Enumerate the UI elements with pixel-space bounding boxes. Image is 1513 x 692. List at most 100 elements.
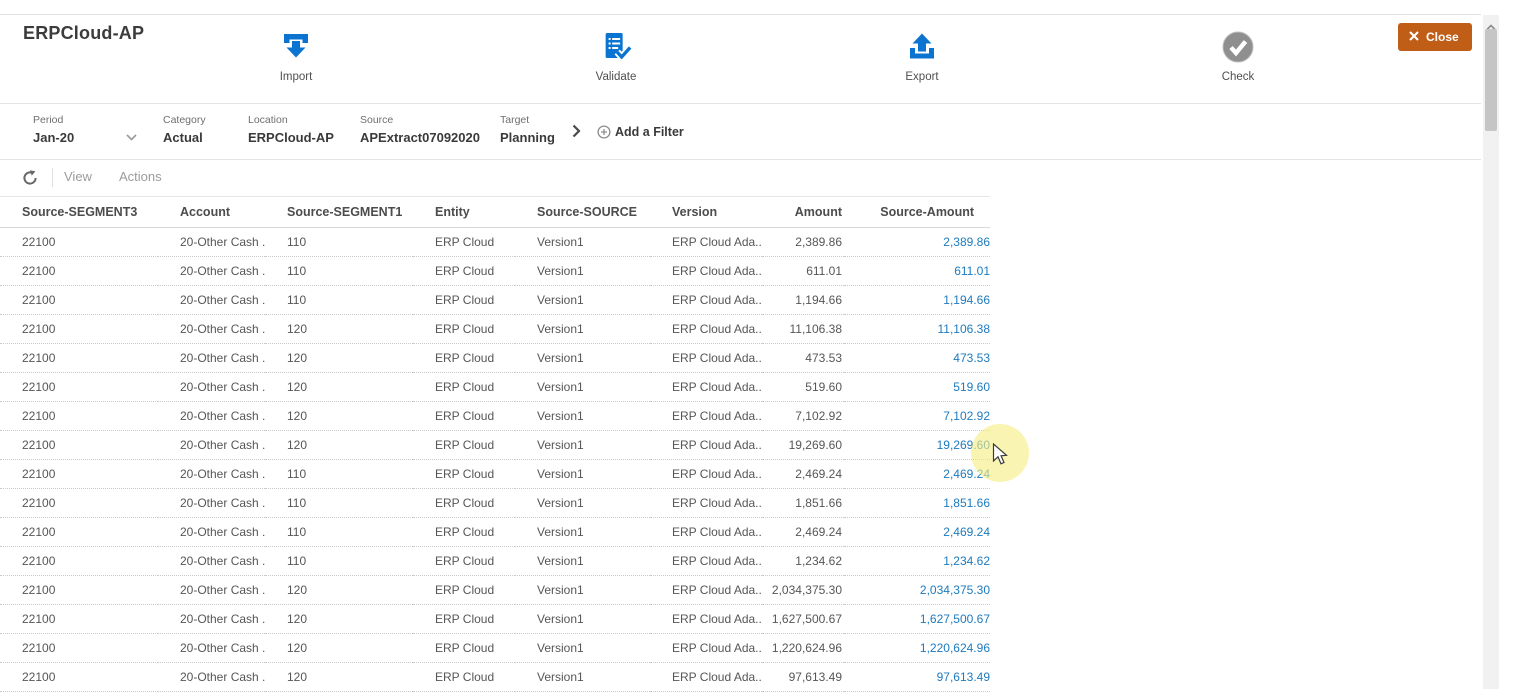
table-row[interactable]: 2210020-Other Cash ...120ERP CloudVersio… bbox=[0, 576, 990, 605]
cell-entity: ERP Cloud bbox=[413, 547, 515, 576]
cell-seg3: 22100 bbox=[0, 460, 158, 489]
cell-seg3: 22100 bbox=[0, 518, 158, 547]
cell-source-amount[interactable]: 19,269.60 bbox=[844, 431, 990, 460]
cell-source-amount[interactable]: 519.60 bbox=[844, 373, 990, 402]
cell-account: 20-Other Cash ... bbox=[158, 489, 265, 518]
table-row[interactable]: 2210020-Other Cash ...110ERP CloudVersio… bbox=[0, 460, 990, 489]
cell-source-amount[interactable]: 2,389.86 bbox=[844, 228, 990, 257]
cell-source: Version1 bbox=[515, 460, 650, 489]
table-row[interactable]: 2210020-Other Cash ...120ERP CloudVersio… bbox=[0, 402, 990, 431]
pov-target: Target Planning bbox=[500, 114, 555, 145]
table-row[interactable]: 2210020-Other Cash ...110ERP CloudVersio… bbox=[0, 518, 990, 547]
validate-label: Validate bbox=[596, 71, 637, 83]
cell-seg3: 22100 bbox=[0, 663, 158, 692]
pov-location-label: Location bbox=[248, 114, 334, 126]
cell-seg1: 120 bbox=[265, 605, 413, 634]
cell-source-amount[interactable]: 1,220,624.96 bbox=[844, 634, 990, 663]
cell-seg1: 120 bbox=[265, 344, 413, 373]
cell-source-amount[interactable]: 1,194.66 bbox=[844, 286, 990, 315]
close-button[interactable]: Close bbox=[1398, 23, 1472, 51]
chevron-right-icon[interactable] bbox=[572, 124, 581, 143]
cell-source-amount[interactable]: 7,102.92 bbox=[844, 402, 990, 431]
cell-account: 20-Other Cash ... bbox=[158, 663, 265, 692]
cell-source-amount[interactable]: 2,034,375.30 bbox=[844, 576, 990, 605]
col-header-source-segment1[interactable]: Source-SEGMENT1 bbox=[265, 197, 413, 228]
cell-version: ERP Cloud Ada... bbox=[650, 605, 762, 634]
cell-source-amount[interactable]: 1,234.62 bbox=[844, 547, 990, 576]
col-header-version[interactable]: Version bbox=[650, 197, 762, 228]
cell-seg3: 22100 bbox=[0, 634, 158, 663]
scrollbar-thumb[interactable] bbox=[1485, 29, 1497, 131]
pov-target-label: Target bbox=[500, 114, 555, 126]
cell-source-amount[interactable]: 473.53 bbox=[844, 344, 990, 373]
cell-account: 20-Other Cash ... bbox=[158, 344, 265, 373]
table-row[interactable]: 2210020-Other Cash ...120ERP CloudVersio… bbox=[0, 605, 990, 634]
cell-source-amount[interactable]: 1,851.66 bbox=[844, 489, 990, 518]
pov-category-value[interactable]: Actual bbox=[163, 130, 206, 145]
cell-source-amount[interactable]: 1,627,500.67 bbox=[844, 605, 990, 634]
pov-period-value[interactable]: Jan-20 bbox=[33, 130, 137, 145]
table-row[interactable]: 2210020-Other Cash ...120ERP CloudVersio… bbox=[0, 634, 990, 663]
cell-account: 20-Other Cash ... bbox=[158, 460, 265, 489]
header-row: Source-SEGMENT3 Account Source-SEGMENT1 … bbox=[0, 197, 990, 228]
pov-source-value[interactable]: APExtract07092020 bbox=[360, 130, 480, 145]
cell-source-amount[interactable]: 97,613.49 bbox=[844, 663, 990, 692]
cell-entity: ERP Cloud bbox=[413, 460, 515, 489]
col-header-entity[interactable]: Entity bbox=[413, 197, 515, 228]
table-row[interactable]: 2210020-Other Cash ...110ERP CloudVersio… bbox=[0, 489, 990, 518]
cell-entity: ERP Cloud bbox=[413, 286, 515, 315]
table-row[interactable]: 2210020-Other Cash ...120ERP CloudVersio… bbox=[0, 373, 990, 402]
plus-circle-icon bbox=[597, 125, 611, 139]
cell-account: 20-Other Cash ... bbox=[158, 431, 265, 460]
cell-version: ERP Cloud Ada... bbox=[650, 315, 762, 344]
cell-seg3: 22100 bbox=[0, 402, 158, 431]
table-body: 2210020-Other Cash ...110ERP CloudVersio… bbox=[0, 228, 990, 692]
cell-entity: ERP Cloud bbox=[413, 634, 515, 663]
export-button[interactable]: Export bbox=[905, 29, 939, 83]
cell-source: Version1 bbox=[515, 257, 650, 286]
import-button[interactable]: Import bbox=[279, 29, 313, 83]
cell-entity: ERP Cloud bbox=[413, 228, 515, 257]
add-filter-button[interactable]: Add a Filter bbox=[597, 125, 684, 139]
pov-location-value[interactable]: ERPCloud-AP bbox=[248, 130, 334, 145]
cell-seg1: 120 bbox=[265, 634, 413, 663]
cell-amount: 19,269.60 bbox=[762, 431, 844, 460]
cell-source-amount[interactable]: 611.01 bbox=[844, 257, 990, 286]
table-row[interactable]: 2210020-Other Cash ...120ERP CloudVersio… bbox=[0, 344, 990, 373]
cell-source-amount[interactable]: 2,469.24 bbox=[844, 460, 990, 489]
cell-source: Version1 bbox=[515, 344, 650, 373]
refresh-button[interactable] bbox=[20, 168, 40, 188]
check-button[interactable]: Check bbox=[1220, 29, 1256, 83]
cell-seg3: 22100 bbox=[0, 373, 158, 402]
col-header-amount[interactable]: Amount bbox=[762, 197, 844, 228]
cell-account: 20-Other Cash ... bbox=[158, 605, 265, 634]
view-menu[interactable]: View bbox=[64, 169, 92, 184]
cell-version: ERP Cloud Ada... bbox=[650, 228, 762, 257]
check-icon bbox=[1220, 29, 1256, 65]
table-row[interactable]: 2210020-Other Cash ...120ERP CloudVersio… bbox=[0, 663, 990, 692]
check-label: Check bbox=[1222, 71, 1255, 83]
table-row[interactable]: 2210020-Other Cash ...120ERP CloudVersio… bbox=[0, 315, 990, 344]
table-row[interactable]: 2210020-Other Cash ...110ERP CloudVersio… bbox=[0, 286, 990, 315]
col-header-source-amount[interactable]: Source-Amount bbox=[844, 197, 990, 228]
validate-button[interactable]: Validate bbox=[596, 29, 637, 83]
cell-seg3: 22100 bbox=[0, 344, 158, 373]
cell-source-amount[interactable]: 2,469.24 bbox=[844, 518, 990, 547]
table-row[interactable]: 2210020-Other Cash ...110ERP CloudVersio… bbox=[0, 547, 990, 576]
col-header-source-segment3[interactable]: Source-SEGMENT3 bbox=[0, 197, 158, 228]
table-row[interactable]: 2210020-Other Cash ...110ERP CloudVersio… bbox=[0, 257, 990, 286]
col-header-account[interactable]: Account bbox=[158, 197, 265, 228]
cell-seg1: 110 bbox=[265, 547, 413, 576]
cell-entity: ERP Cloud bbox=[413, 257, 515, 286]
cell-account: 20-Other Cash ... bbox=[158, 257, 265, 286]
cell-source: Version1 bbox=[515, 663, 650, 692]
table-row[interactable]: 2210020-Other Cash ...110ERP CloudVersio… bbox=[0, 228, 990, 257]
cell-amount: 11,106.38 bbox=[762, 315, 844, 344]
col-header-source-source[interactable]: Source-SOURCE bbox=[515, 197, 650, 228]
pov-target-value[interactable]: Planning bbox=[500, 130, 555, 145]
actions-menu[interactable]: Actions bbox=[119, 169, 162, 184]
cell-seg1: 120 bbox=[265, 373, 413, 402]
table-row[interactable]: 2210020-Other Cash ...120ERP CloudVersio… bbox=[0, 431, 990, 460]
cell-source-amount[interactable]: 11,106.38 bbox=[844, 315, 990, 344]
cell-seg3: 22100 bbox=[0, 315, 158, 344]
